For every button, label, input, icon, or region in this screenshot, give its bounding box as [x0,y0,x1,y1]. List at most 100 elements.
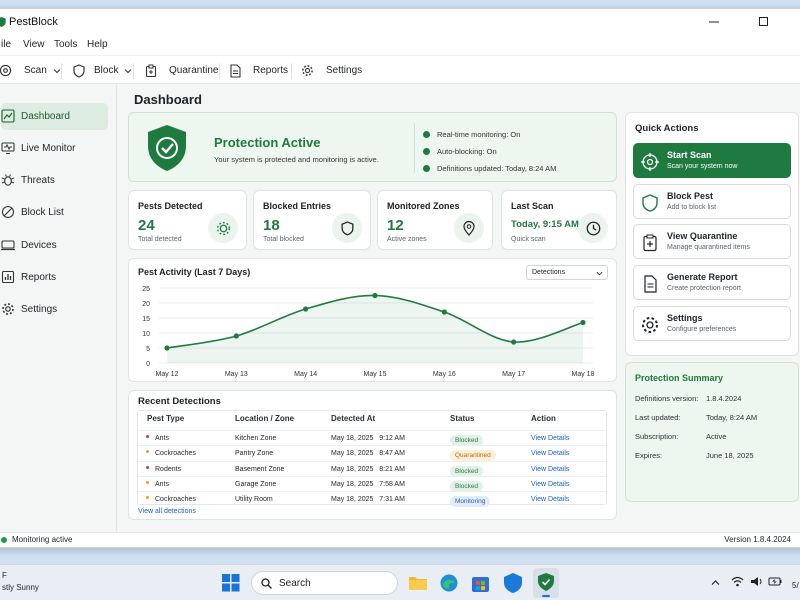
volume-icon[interactable] [750,576,763,587]
zone: Garage Zone [235,480,277,488]
x-tick-label: May 15 [364,371,387,378]
menu-bar: ile View Tools Help [0,35,800,55]
block-icon [1,205,15,219]
maximize-button[interactable] [741,9,787,35]
action-sub: Manage quarantined items [667,244,750,251]
pest-type: Rodents [155,465,182,473]
defender-icon[interactable] [504,573,522,593]
status-bar: Monitoring active Version 1.8.4.2024 [0,532,800,547]
stat-card-blocked-entries[interactable]: Blocked Entries 18 Total blocked [253,190,371,250]
target-icon [0,64,12,77]
x-tick-label: May 18 [572,371,595,378]
pestblock-taskbar-button[interactable] [533,568,559,598]
start-scan-action[interactable]: Start Scan Scan your system now [633,143,791,178]
chevron-up-icon[interactable] [711,579,720,586]
sidebar-item-reports[interactable]: Reports [1,264,108,291]
data-point [233,333,239,339]
dashboard-icon [1,109,15,123]
sidebar-item-threats[interactable]: Threats [1,167,108,194]
reports-icon [230,63,241,78]
zone: Kitchen Zone [235,435,277,442]
search-icon [261,578,272,589]
recent-detections-card: Recent Detections Pest Type Location / Z… [128,390,617,520]
sidebar-item-live-monitor[interactable]: Live Monitor [1,135,108,162]
table-header: Pest Type Location / Zone Detected At St… [138,414,606,429]
menu-view[interactable]: View [23,39,45,50]
action-title: Generate Report [667,272,738,282]
menu-file[interactable]: ile [1,39,11,50]
taskbar: F stly Sunny Search 5/ [0,564,800,600]
shield-icon [73,63,85,78]
view-details-link[interactable]: View Details [531,496,569,503]
column-header: Detected At [331,414,376,423]
stat-card-monitored-zones[interactable]: Monitored Zones 12 Active zones [377,190,493,250]
stat-sub: Total blocked [263,236,304,243]
divider [414,123,415,173]
summary-label: Subscription: [635,432,679,441]
sidebar: Dashboard Live Monitor Threats Block Lis… [0,84,117,532]
stat-label: Monitored Zones [387,201,460,211]
block-pest-action[interactable]: Block Pest Add to block list [633,184,791,219]
store-icon[interactable] [472,574,489,592]
scan-button[interactable]: Scan [0,56,61,85]
file-explorer-icon[interactable] [409,575,427,590]
y-tick-label: 0 [146,361,150,368]
edge-browser-icon[interactable] [440,574,458,592]
stat-card-pests-detected[interactable]: Pests Detected 24 Total detected [128,190,247,250]
toolbar-divider [133,63,134,79]
weather-text[interactable]: stly Sunny [2,583,39,592]
bug-icon [1,174,15,186]
stat-value: 12 [387,217,404,234]
view-details-link[interactable]: View Details [531,435,569,442]
column-header: Status [450,414,475,423]
protection-status-card: Protection Active Your system is protect… [128,112,617,182]
table-row[interactable]: Cockroaches Pantry Zone May 18, 2025 8:47 … [138,445,606,462]
pest-type: Cockroaches [155,496,196,504]
table-row[interactable]: Cockroaches Utility Room May 18, 2025 7:31… [138,491,606,508]
sidebar-item-settings[interactable]: Settings [1,296,108,323]
x-tick-label: May 14 [294,371,317,378]
stat-sub: Quick scan [511,236,546,243]
sidebar-item-block-list[interactable]: Block List [1,199,108,226]
stat-card-last-scan[interactable]: Last Scan Today, 9:15 AM Quick scan [501,190,617,250]
sidebar-item-devices[interactable]: Devices [1,232,108,259]
summary-label: Definitions version: [635,394,699,403]
toolbar: Scan Block Quarantine Reports Settings [0,55,800,84]
windows-start-icon[interactable] [222,574,240,592]
battery-icon[interactable] [768,576,782,587]
settings-button[interactable]: Settings [301,56,362,85]
view-details-link[interactable]: View Details [531,481,569,488]
action-title: Start Scan [667,150,712,160]
taskbar-search[interactable]: Search [251,571,398,595]
quarantine-icon [643,234,657,252]
view-quarantine-action[interactable]: View Quarantine Manage quarantined items [633,224,791,259]
y-tick-label: 20 [142,301,150,308]
action-sub: Add to block list [667,204,717,211]
location-pin-icon [454,213,484,243]
stat-value: 18 [263,217,280,234]
view-details-link[interactable]: View Details [531,466,569,473]
block-button[interactable]: Block [73,56,132,85]
column-header: Action [531,414,556,423]
stat-label: Last Scan [511,201,554,211]
toolbar-divider [291,63,292,79]
zone: Pantry Zone [235,450,274,458]
sidebar-item-dashboard[interactable]: Dashboard [1,103,108,130]
view-details-link[interactable]: View Details [531,450,569,457]
menu-help[interactable]: Help [87,39,108,50]
table-row[interactable]: Ants Garage Zone May 18, 2025 7:58 AM Block… [138,475,606,492]
minimize-button[interactable] [691,9,737,35]
wifi-icon[interactable] [731,576,744,587]
severity-dot-icon [146,480,149,484]
reports-button[interactable]: Reports [229,56,288,85]
table-row[interactable]: Ants Kitchen Zone May 18, 2025 9:12 AM Bloc… [138,430,606,446]
generate-report-action[interactable]: Generate Report Create protection report [633,265,791,300]
menu-tools[interactable]: Tools [54,39,77,50]
stat-sub: Total detected [138,236,182,243]
settings-action[interactable]: Settings Configure preferences [633,306,791,341]
severity-dot-icon [146,465,149,469]
quarantine-button[interactable]: Quarantine [145,56,218,85]
view-all-detections-link[interactable]: View all detections [138,508,196,515]
table-row[interactable]: Rodents Basement Zone May 18, 2025 8:21 AM… [138,460,606,477]
app-logo-icon [538,573,554,591]
